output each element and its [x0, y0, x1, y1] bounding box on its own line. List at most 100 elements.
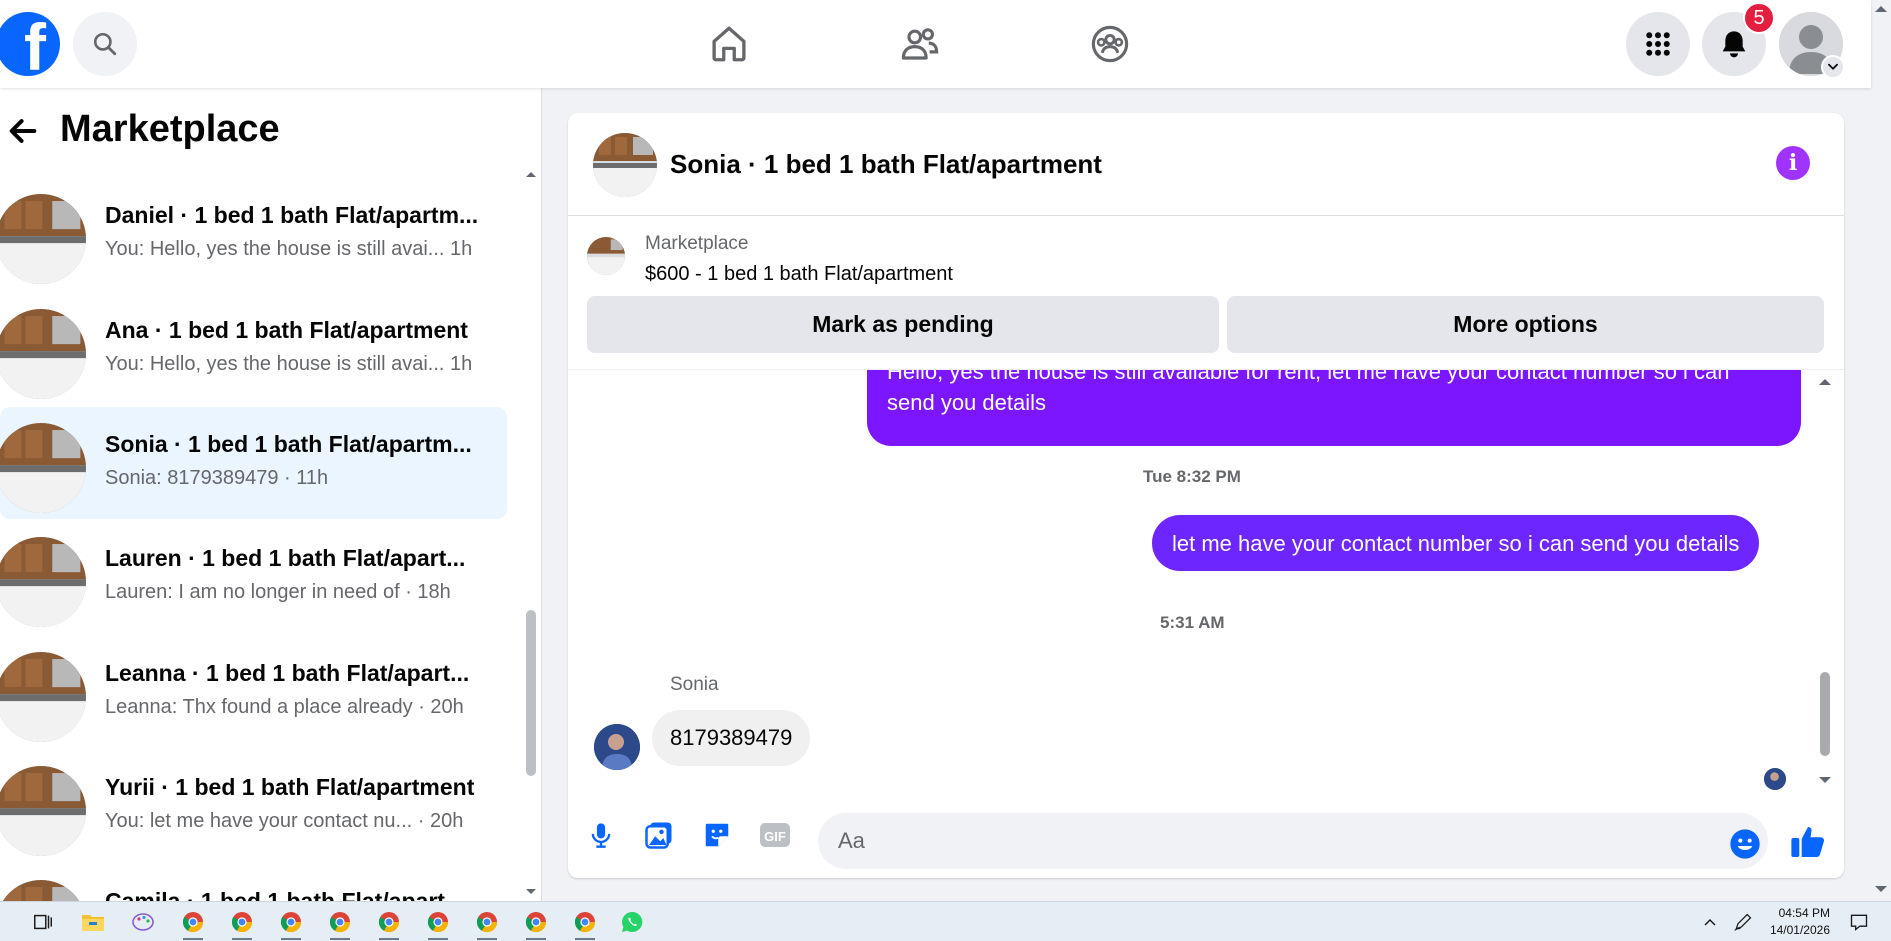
- scrollbar-thumb[interactable]: [1820, 672, 1830, 756]
- conversation-list-scrollbar[interactable]: [524, 168, 538, 898]
- running-app-indicator: [379, 938, 399, 940]
- chrome-window-button[interactable]: [229, 909, 255, 935]
- conversation-item[interactable]: Yurii · 1 bed 1 bath Flat/apartment You: …: [0, 750, 507, 862]
- more-options-button[interactable]: More options: [1227, 296, 1824, 353]
- gif-button[interactable]: GIF: [757, 817, 793, 853]
- notification-center-button[interactable]: [1847, 909, 1871, 935]
- scrollbar-thumb[interactable]: [526, 610, 536, 776]
- scroll-up-arrow-icon[interactable]: [1816, 376, 1834, 388]
- clock-time: 04:54 PM: [1778, 906, 1830, 920]
- running-app-indicator: [232, 938, 252, 940]
- pen-menu-button[interactable]: [1732, 909, 1754, 935]
- conversation-item[interactable]: Ana · 1 bed 1 bath Flat/apartment You: He…: [0, 293, 507, 405]
- profile-photo: [1764, 768, 1786, 790]
- conversation-preview: Sonia: 8179389479 · 11h: [105, 467, 329, 489]
- listing-price-title[interactable]: $600 - 1 bed 1 bath Flat/apartment: [645, 263, 953, 286]
- sticker-button[interactable]: [699, 817, 735, 853]
- kitchen-photo-thumbnail: [0, 652, 86, 742]
- mark-as-pending-button[interactable]: Mark as pending: [587, 296, 1219, 353]
- chrome-window-button[interactable]: [376, 909, 402, 935]
- emoji-icon[interactable]: [1729, 828, 1761, 860]
- nav-groups[interactable]: [1084, 18, 1136, 70]
- conversation-item[interactable]: Sonia · 1 bed 1 bath Flat/apartm... Sonia…: [0, 407, 507, 519]
- conversation-item[interactable]: Daniel · 1 bed 1 bath Flat/apartm... You:…: [0, 178, 507, 290]
- account-menu-caret[interactable]: [1821, 55, 1845, 79]
- back-arrow-icon[interactable]: [6, 114, 40, 148]
- running-app-indicator: [477, 938, 497, 940]
- kitchen-photo-thumbnail: [0, 423, 86, 513]
- conversation-title: Leanna · 1 bed 1 bath Flat/apart...: [105, 660, 470, 686]
- chrome-window-button[interactable]: [180, 909, 206, 935]
- scroll-up-arrow-icon[interactable]: [524, 168, 538, 180]
- file-explorer-button[interactable]: [80, 909, 106, 935]
- conversation-item[interactable]: Lauren · 1 bed 1 bath Flat/apart... Laure…: [0, 521, 507, 633]
- kitchen-photo-thumbnail: [593, 133, 657, 197]
- outgoing-message[interactable]: let me have your contact number so i can…: [1152, 515, 1760, 571]
- paint-app-button[interactable]: [130, 909, 156, 935]
- message-thread-scrollbar[interactable]: [1816, 376, 1834, 786]
- chrome-icon: [378, 912, 400, 933]
- message-input-wrapper[interactable]: [818, 813, 1768, 869]
- profile-photo: [594, 724, 640, 770]
- groups-icon: [1091, 25, 1129, 63]
- friends-icon: [901, 28, 939, 60]
- grid-menu-icon: [1646, 32, 1670, 56]
- gif-icon: GIF: [760, 823, 790, 847]
- whatsapp-button[interactable]: [619, 909, 645, 935]
- running-app-indicator: [526, 938, 546, 940]
- chrome-window-button[interactable]: [425, 909, 451, 935]
- conversation-item[interactable]: Leanna · 1 bed 1 bath Flat/apart... Leann…: [0, 636, 507, 748]
- chevron-down-icon: [1828, 63, 1838, 70]
- facebook-logo[interactable]: f: [0, 12, 60, 76]
- scroll-down-arrow-icon[interactable]: [1871, 882, 1891, 896]
- listing-avatar: [0, 652, 86, 742]
- action-center-icon: [1850, 914, 1868, 931]
- chrome-window-button[interactable]: [327, 909, 353, 935]
- gif-icon-label: GIF: [764, 829, 786, 844]
- message-thread[interactable]: Hello, yes the house is still available …: [568, 369, 1844, 792]
- sender-avatar[interactable]: [594, 724, 640, 770]
- kitchen-photo-thumbnail: [0, 766, 86, 856]
- show-hidden-icons-button[interactable]: [1700, 909, 1720, 935]
- task-view-button[interactable]: [30, 909, 56, 935]
- conversation-preview: You: Hello, yes the house is still avai.…: [105, 238, 473, 260]
- scroll-up-arrow-icon[interactable]: [1871, 2, 1891, 16]
- chrome-icon: [574, 912, 596, 933]
- conversation-preview: Lauren: I am no longer in need of · 18h: [105, 581, 451, 603]
- conversation-item[interactable]: Camila · 1 bed 1 bath Flat/apart...: [0, 864, 507, 901]
- kitchen-photo-thumbnail: [0, 537, 86, 627]
- kitchen-photo-thumbnail: [587, 237, 625, 275]
- incoming-message[interactable]: 8179389479: [652, 710, 811, 766]
- nav-friends[interactable]: [894, 18, 946, 70]
- chrome-window-button[interactable]: [523, 909, 549, 935]
- menu-button[interactable]: [1626, 12, 1690, 76]
- running-app-indicator: [183, 938, 203, 940]
- search-button[interactable]: [73, 12, 137, 76]
- panel-title: Marketplace: [60, 108, 280, 150]
- thumbs-up-like-icon[interactable]: [1789, 823, 1827, 861]
- message-input[interactable]: [818, 813, 1768, 869]
- scroll-down-arrow-icon[interactable]: [1816, 774, 1834, 786]
- photo-gallery-icon: [645, 822, 672, 849]
- system-clock[interactable]: 04:54 PM 14/01/2026: [1760, 905, 1830, 939]
- start-button[interactable]: [0, 909, 6, 935]
- chat-listing-avatar[interactable]: [593, 133, 657, 197]
- voice-clip-button[interactable]: [583, 817, 619, 853]
- attach-photo-button[interactable]: [641, 817, 677, 853]
- kitchen-photo-thumbnail: [0, 194, 86, 284]
- message-timestamp: Tue 8:32 PM: [1143, 467, 1241, 486]
- scroll-down-arrow-icon[interactable]: [524, 886, 538, 898]
- chrome-window-button[interactable]: [474, 909, 500, 935]
- message-composer: GIF: [568, 793, 1844, 878]
- outgoing-message[interactable]: Hello, yes the house is still available …: [867, 370, 1801, 446]
- nav-home[interactable]: [703, 18, 755, 70]
- conversation-info-button[interactable]: i: [1776, 146, 1810, 180]
- conversation-preview: You: let me have your contact nu... · 20…: [105, 810, 464, 832]
- chevron-up-icon: [1704, 918, 1716, 926]
- chat-header: Sonia · 1 bed 1 bath Flat/apartment i: [568, 113, 1844, 216]
- chrome-window-button[interactable]: [278, 909, 304, 935]
- task-view-icon: [34, 914, 52, 930]
- chrome-icon: [525, 912, 547, 933]
- page-scrollbar[interactable]: [1871, 0, 1891, 901]
- chrome-window-button[interactable]: [572, 909, 598, 935]
